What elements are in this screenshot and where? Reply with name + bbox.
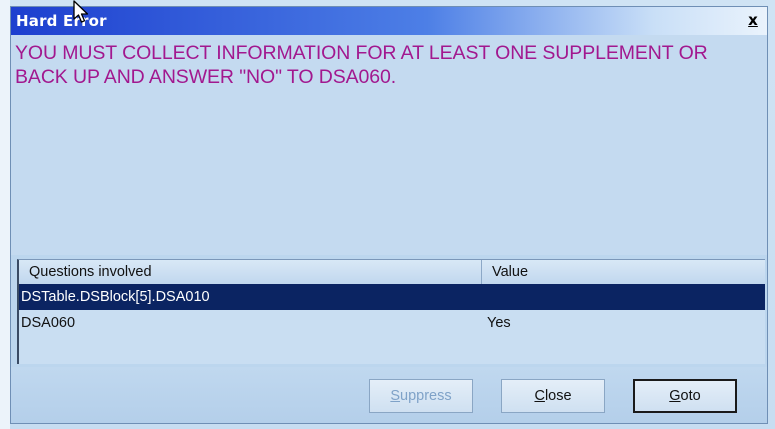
table-row[interactable]: DSA060 Yes [19,310,765,336]
goto-label: oto [680,388,701,404]
background-window-edge [0,0,10,429]
title-bar[interactable]: Hard Error x [11,0,767,35]
goto-mnemonic: G [669,388,681,404]
error-message: YOU MUST COLLECT INFORMATION FOR AT LEAS… [15,42,708,88]
close-mnemonic: C [534,388,545,404]
close-icon[interactable]: x [745,13,761,29]
suppress-label: uppress [400,388,452,404]
error-message-panel: YOU MUST COLLECT INFORMATION FOR AT LEAS… [11,35,767,255]
mouse-pointer-icon [73,0,89,23]
question-cell: DSA060 [21,315,76,331]
close-label: lose [544,388,572,404]
column-header-value[interactable]: Value [482,260,765,284]
suppress-button[interactable]: Suppress [369,379,473,413]
dialog-title: Hard Error [16,12,107,30]
questions-table: Questions involved Value DSTable.DSBlock… [17,259,765,364]
value-cell: Yes [487,315,511,331]
hard-error-dialog: Hard Error x YOU MUST COLLECT INFORMATIO… [10,0,768,424]
close-button[interactable]: Close [501,379,605,413]
table-row-selected[interactable]: DSTable.DSBlock[5].DSA010 [19,284,765,310]
column-header-questions[interactable]: Questions involved [19,260,482,284]
question-cell: DSTable.DSBlock[5].DSA010 [21,289,210,305]
suppress-mnemonic: S [390,388,401,404]
button-bar: Suppress Close Goto [11,367,767,423]
goto-button[interactable]: Goto [633,379,737,413]
table-header: Questions involved Value [19,260,765,285]
screen-background: Hard Error x YOU MUST COLLECT INFORMATIO… [0,0,775,429]
